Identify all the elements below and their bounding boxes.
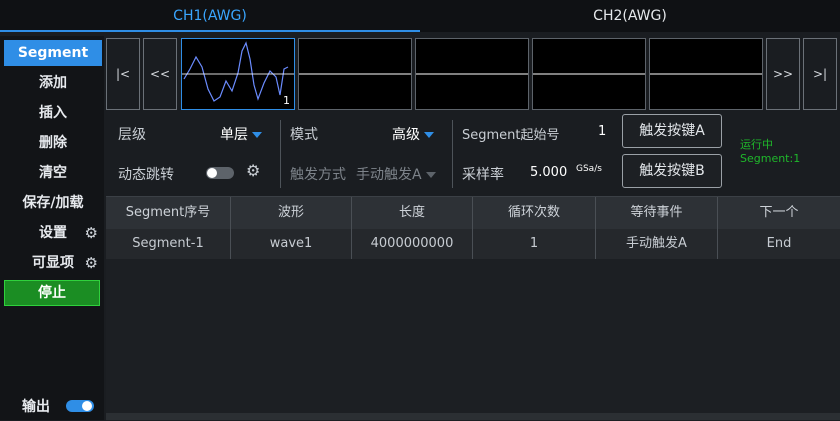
chevron-down-icon <box>424 132 434 138</box>
output-label: 输出 <box>22 399 50 415</box>
trigger-mode-select: 手动触发A <box>356 164 436 184</box>
sidebar-item-segment[interactable]: Segment <box>4 40 102 66</box>
toggle-knob <box>207 168 217 178</box>
sidebar-item-settings[interactable]: 设置 ⚙ <box>4 220 102 246</box>
prev-segment-button[interactable]: << <box>143 38 177 110</box>
segment-number: 1 <box>283 94 290 107</box>
divider <box>280 120 281 188</box>
tab-ch2[interactable]: CH2(AWG) <box>420 0 840 32</box>
table-header: Segment序号 波形 长度 循环次数 等待事件 下一个 <box>106 197 840 229</box>
trigger-mode-value: 手动触发A <box>356 167 422 183</box>
table-cell: 4000000000 <box>352 229 473 259</box>
gear-icon: ⚙ <box>84 254 98 272</box>
table-cell: 1 <box>473 229 596 259</box>
channel-tab-bar: CH1(AWG) CH2(AWG) <box>0 0 840 32</box>
segment-start-label: Segment起始号 <box>462 128 560 143</box>
column-header: 下一个 <box>759 205 799 220</box>
segment-table: Segment序号 波形 长度 循环次数 等待事件 下一个 Segment-1 … <box>106 196 840 421</box>
waveform-preview <box>650 73 762 75</box>
sample-rate-unit: GSa/s <box>576 164 602 174</box>
waveform-preview <box>299 73 411 75</box>
trigger-b-button[interactable]: 触发按键B <box>622 154 722 188</box>
segment-thumbnail-1[interactable]: 1 <box>181 38 295 110</box>
sidebar-item-insert[interactable]: 插入 <box>4 100 102 126</box>
sidebar-item-visible-items[interactable]: 可显项 ⚙ <box>4 250 102 276</box>
output-toggle[interactable] <box>66 400 94 412</box>
trigger-a-button[interactable]: 触发按键A <box>622 114 722 148</box>
run-status-segment: Segment:1 <box>740 152 801 165</box>
first-segment-button[interactable]: |< <box>106 38 140 110</box>
trigger-mode-label: 触发方式 <box>290 167 346 183</box>
sidebar-item-label: 设置 <box>39 225 67 241</box>
table-cell: Segment-1 <box>106 229 231 259</box>
table-cell: wave1 <box>231 229 352 259</box>
column-header: 循环次数 <box>473 197 596 229</box>
gear-icon: ⚙ <box>84 224 98 242</box>
waveform-preview <box>533 73 645 75</box>
sample-rate-label: 采样率 <box>462 167 504 183</box>
run-status: 运行中 <box>740 138 773 151</box>
column-header: Segment序号 <box>106 197 231 229</box>
table-cell: 手动触发A <box>596 229 718 259</box>
horizontal-scrollbar[interactable] <box>106 413 840 420</box>
column-header: 等待事件 <box>596 197 718 229</box>
next-segment-button[interactable]: >> <box>766 38 800 110</box>
segment-thumbnail-4[interactable] <box>532 38 646 110</box>
segment-thumbnail-3[interactable] <box>415 38 529 110</box>
toggle-knob <box>82 401 92 411</box>
sidebar-item-label: 可显项 <box>32 255 74 271</box>
sidebar-item-save-load[interactable]: 保存/加载 <box>4 190 102 216</box>
divider <box>452 120 453 188</box>
mode-value: 高级 <box>392 127 420 143</box>
column-header: 波形 <box>231 197 352 229</box>
waveform-preview <box>182 41 294 102</box>
level-select[interactable]: 单层 <box>220 124 262 144</box>
gear-icon[interactable]: ⚙ <box>246 161 260 180</box>
segment-start-value[interactable]: 1 <box>598 124 606 139</box>
segment-thumbnail-5[interactable] <box>649 38 763 110</box>
mode-label: 模式 <box>290 127 318 143</box>
chevron-down-icon <box>425 172 436 178</box>
stop-button[interactable]: 停止 <box>4 280 100 306</box>
dynamic-jump-label: 动态跳转 <box>118 167 174 183</box>
table-cell: End <box>766 236 792 251</box>
dynamic-jump-toggle[interactable] <box>206 167 234 179</box>
sidebar-item-add[interactable]: 添加 <box>4 70 102 96</box>
sidebar-item-clear[interactable]: 清空 <box>4 160 102 186</box>
waveform-preview <box>416 73 528 75</box>
tab-ch1[interactable]: CH1(AWG) <box>0 0 420 32</box>
chevron-down-icon <box>252 132 262 138</box>
segment-settings-panel: 层级 单层 模式 高级 Segment起始号 1 触发按键A 触发按键B 运行中… <box>106 112 840 194</box>
mode-select[interactable]: 高级 <box>392 124 434 144</box>
sample-rate-value[interactable]: 5.000 <box>530 165 567 180</box>
table-row[interactable]: Segment-1 wave1 4000000000 1 手动触发A End <box>106 229 840 259</box>
last-segment-button[interactable]: >| <box>803 38 837 110</box>
sidebar-item-delete[interactable]: 删除 <box>4 130 102 156</box>
segment-thumbnail-2[interactable] <box>298 38 412 110</box>
level-value: 单层 <box>220 127 248 143</box>
column-header: 长度 <box>352 197 473 229</box>
level-label: 层级 <box>118 127 146 143</box>
